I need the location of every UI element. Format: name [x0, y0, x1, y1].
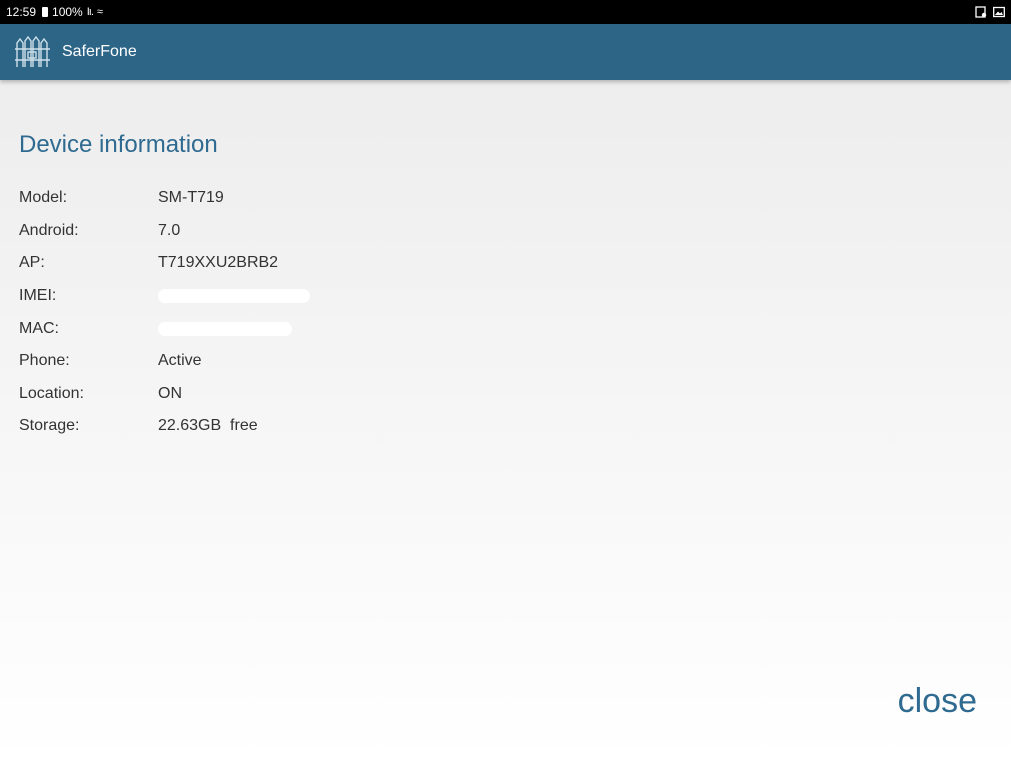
info-row-location: Location: ON — [19, 378, 519, 411]
imei-label: IMEI: — [19, 287, 57, 305]
screenshot-icon — [975, 6, 987, 18]
status-right — [975, 6, 1005, 18]
status-time: 12:59 — [6, 5, 37, 19]
page-title: Device information — [19, 131, 218, 158]
imei-value-redacted — [158, 289, 310, 304]
model-value: SM-T719 — [158, 189, 224, 207]
battery-level: 100% — [52, 5, 83, 19]
location-label: Location: — [19, 384, 84, 402]
status-left: 12:59 100% Iı. ≈ — [6, 5, 103, 19]
status-bar: 12:59 100% Iı. ≈ — [0, 0, 1011, 24]
app-bar: SaferFone — [0, 24, 1011, 80]
info-row-android: Android: 7.0 — [19, 215, 519, 248]
android-value: 7.0 — [158, 221, 181, 239]
info-row-model: Model: SM-T719 — [19, 182, 519, 215]
battery-icon — [42, 7, 49, 17]
info-row-ap: AP: T719XXU2BRB2 — [19, 247, 519, 280]
info-row-storage: Storage: 22.63GB free — [19, 410, 519, 443]
ap-label: AP: — [19, 254, 45, 272]
app-title: SaferFone — [62, 43, 137, 60]
model-label: Model: — [19, 189, 68, 207]
storage-value: 22.63GB free — [158, 417, 258, 435]
wifi-icon: ≈ — [96, 6, 103, 18]
device-info-list: Model: SM-T719 Android: 7.0 AP: T719XXU2… — [19, 182, 519, 443]
mac-label: MAC: — [19, 319, 59, 337]
gallery-icon — [993, 6, 1005, 18]
storage-label: Storage: — [19, 417, 80, 435]
info-row-imei: IMEI: — [19, 280, 519, 313]
close-button[interactable]: close — [898, 682, 977, 721]
signal-icon: Iı. — [86, 6, 94, 18]
android-label: Android: — [19, 221, 79, 239]
info-row-phone: Phone: Active — [19, 345, 519, 378]
info-row-mac: MAC: — [19, 312, 519, 345]
location-value: ON — [158, 384, 182, 402]
fence-logo-icon[interactable] — [14, 33, 52, 71]
mac-value-redacted — [158, 321, 292, 336]
ap-value: T719XXU2BRB2 — [158, 254, 279, 272]
phone-value: Active — [158, 352, 202, 370]
phone-label: Phone: — [19, 352, 70, 370]
